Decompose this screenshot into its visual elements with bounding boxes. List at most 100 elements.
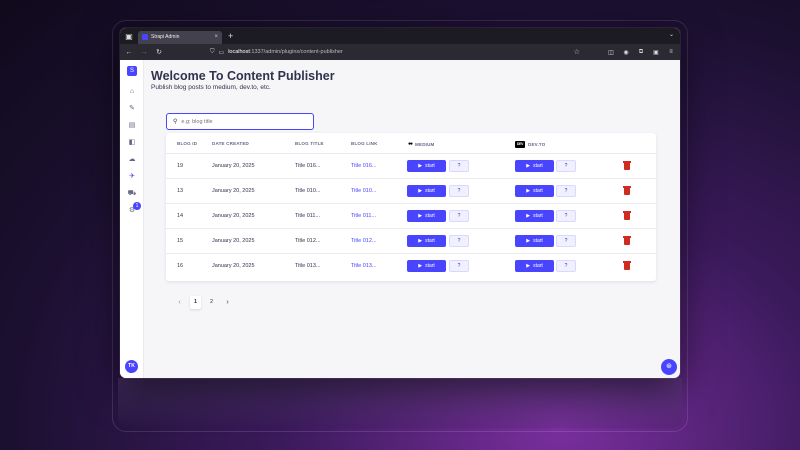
medium-help-button[interactable]: ?: [449, 260, 469, 272]
new-tab-button[interactable]: +: [228, 31, 233, 41]
help-icon[interactable]: ⊛: [661, 359, 677, 375]
chevron-down-icon[interactable]: ⌄: [669, 31, 674, 38]
cell-title: Title 010...: [295, 188, 321, 194]
devto-help-button[interactable]: ?: [556, 160, 576, 172]
table-row: 13 January 20, 2025 Title 010... Title 0…: [166, 179, 656, 204]
header-blog-title: BLOG TITLE: [295, 141, 324, 146]
account-icon[interactable]: ◉: [622, 49, 630, 56]
close-tab-icon[interactable]: ×: [214, 34, 218, 40]
cell-blog-id: 19: [177, 163, 184, 169]
reload-icon[interactable]: ↻: [155, 48, 163, 56]
devto-logo-icon: DEV: [515, 141, 525, 148]
page-1-button[interactable]: 1: [190, 296, 201, 309]
cloud-icon[interactable]: ☁: [127, 155, 137, 165]
trash-icon[interactable]: [623, 261, 631, 270]
medium-start-button[interactable]: ▶ start: [407, 160, 446, 172]
cell-blog-link[interactable]: Title 012...: [351, 238, 376, 244]
strapi-favicon-icon: [142, 34, 148, 40]
pocket-icon[interactable]: ◫: [607, 49, 615, 56]
devto-start-button[interactable]: ▶ start: [515, 235, 554, 247]
content-type-builder-icon[interactable]: ◧: [127, 138, 137, 148]
cell-title: Title 013...: [295, 263, 321, 269]
devto-start-button[interactable]: ▶ start: [515, 210, 554, 222]
window-menu-icon[interactable]: ▣: [120, 28, 138, 44]
cell-date: January 20, 2025: [212, 263, 255, 269]
play-icon: ▶: [526, 213, 531, 219]
cell-blog-link[interactable]: Title 011...: [351, 213, 376, 219]
strapi-logo[interactable]: S: [127, 66, 137, 76]
devto-help-button[interactable]: ?: [556, 185, 576, 197]
shield-icon: ⛉: [210, 48, 215, 55]
cell-blog-id: 14: [177, 213, 184, 219]
play-icon: ▶: [418, 213, 423, 219]
trash-icon[interactable]: [623, 186, 631, 195]
content-manager-icon[interactable]: ✎: [127, 104, 137, 114]
medium-help-button[interactable]: ?: [449, 210, 469, 222]
header-date-created: DATE CREATED: [212, 141, 249, 146]
trash-icon[interactable]: [623, 161, 631, 170]
cell-date: January 20, 2025: [212, 213, 255, 219]
play-icon: ▶: [418, 188, 423, 194]
table-row: 16 January 20, 2025 Title 013... Title 0…: [166, 254, 656, 279]
marketplace-icon[interactable]: ⛟: [127, 189, 137, 199]
search-input[interactable]: [181, 118, 302, 125]
play-icon: ▶: [418, 238, 423, 244]
browser-tab[interactable]: Strapi Admin ×: [138, 30, 222, 44]
page-2-button[interactable]: 2: [206, 296, 217, 309]
next-page-icon[interactable]: ›: [222, 296, 233, 309]
medium-start-button[interactable]: ▶ start: [407, 210, 446, 222]
medium-help-button[interactable]: ?: [449, 185, 469, 197]
devto-start-button[interactable]: ▶ start: [515, 260, 554, 272]
table-row: 15 January 20, 2025 Title 012... Title 0…: [166, 229, 656, 254]
devto-help-button[interactable]: ?: [556, 235, 576, 247]
header-blog-id: BLOG ID: [177, 141, 198, 146]
header-devto: DEV DEV.TO: [515, 141, 546, 148]
back-icon[interactable]: ←: [125, 49, 133, 56]
play-icon: ▶: [526, 188, 531, 194]
search-box[interactable]: ⚲: [166, 113, 314, 130]
prev-page-icon[interactable]: ‹: [174, 296, 185, 309]
cell-blog-id: 15: [177, 238, 184, 244]
tab-title: Strapi Admin: [151, 34, 180, 40]
cell-blog-id: 16: [177, 263, 184, 269]
browser-window: ▣ Strapi Admin × + ⌄ ← → ↻ ⛉ ▭ localhost…: [120, 28, 680, 378]
devto-start-button[interactable]: ▶ start: [515, 185, 554, 197]
play-icon: ▶: [418, 163, 423, 169]
user-avatar[interactable]: TK: [125, 360, 138, 373]
header-blog-link: BLOG LINK: [351, 141, 378, 146]
cell-title: Title 011...: [295, 213, 321, 219]
extensions-icon[interactable]: ⧉: [637, 49, 645, 56]
address-bar[interactable]: ⛉ ▭ localhost:1337/admin/plugins/content…: [170, 47, 600, 58]
page-info-icon: ▭: [218, 49, 225, 56]
medium-start-button[interactable]: ▶ start: [407, 185, 446, 197]
cell-title: Title 012...: [295, 238, 321, 244]
bookmark-star-icon[interactable]: ☆: [574, 48, 580, 56]
profile-icon[interactable]: ▣: [652, 49, 660, 56]
medium-start-button[interactable]: ▶ start: [407, 260, 446, 272]
medium-start-button[interactable]: ▶ start: [407, 235, 446, 247]
devto-help-button[interactable]: ?: [556, 210, 576, 222]
devto-help-button[interactable]: ?: [556, 260, 576, 272]
forward-icon[interactable]: →: [140, 49, 148, 56]
trash-icon[interactable]: [623, 211, 631, 220]
devto-start-button[interactable]: ▶ start: [515, 160, 554, 172]
play-icon: ▶: [526, 163, 531, 169]
content-publisher-icon[interactable]: ✈: [127, 172, 137, 182]
cell-blog-link[interactable]: Title 013...: [351, 263, 376, 269]
strapi-app: S ⌂ ✎ ▤ ◧ ☁ ✈ ⛟ ⚙ 1 TK Welcome To Conten…: [120, 60, 680, 378]
trash-icon[interactable]: [623, 236, 631, 245]
cell-blog-link[interactable]: Title 016...: [351, 163, 376, 169]
sidebar: S ⌂ ✎ ▤ ◧ ☁ ✈ ⛟ ⚙ 1 TK: [120, 60, 144, 378]
medium-help-button[interactable]: ?: [449, 160, 469, 172]
notification-badge: 1: [133, 202, 141, 210]
menu-icon[interactable]: ≡: [667, 49, 675, 55]
medium-help-button[interactable]: ?: [449, 235, 469, 247]
home-icon[interactable]: ⌂: [127, 87, 137, 97]
page-title: Welcome To Content Publisher: [151, 69, 335, 83]
pagination: ‹ 1 2 ›: [174, 296, 233, 309]
cell-title: Title 016...: [295, 163, 321, 169]
media-library-icon[interactable]: ▤: [127, 121, 137, 131]
blog-table: BLOG ID DATE CREATED BLOG TITLE BLOG LIN…: [166, 133, 656, 281]
cell-blog-link[interactable]: Title 010...: [351, 188, 376, 194]
table-row: 14 January 20, 2025 Title 011... Title 0…: [166, 204, 656, 229]
